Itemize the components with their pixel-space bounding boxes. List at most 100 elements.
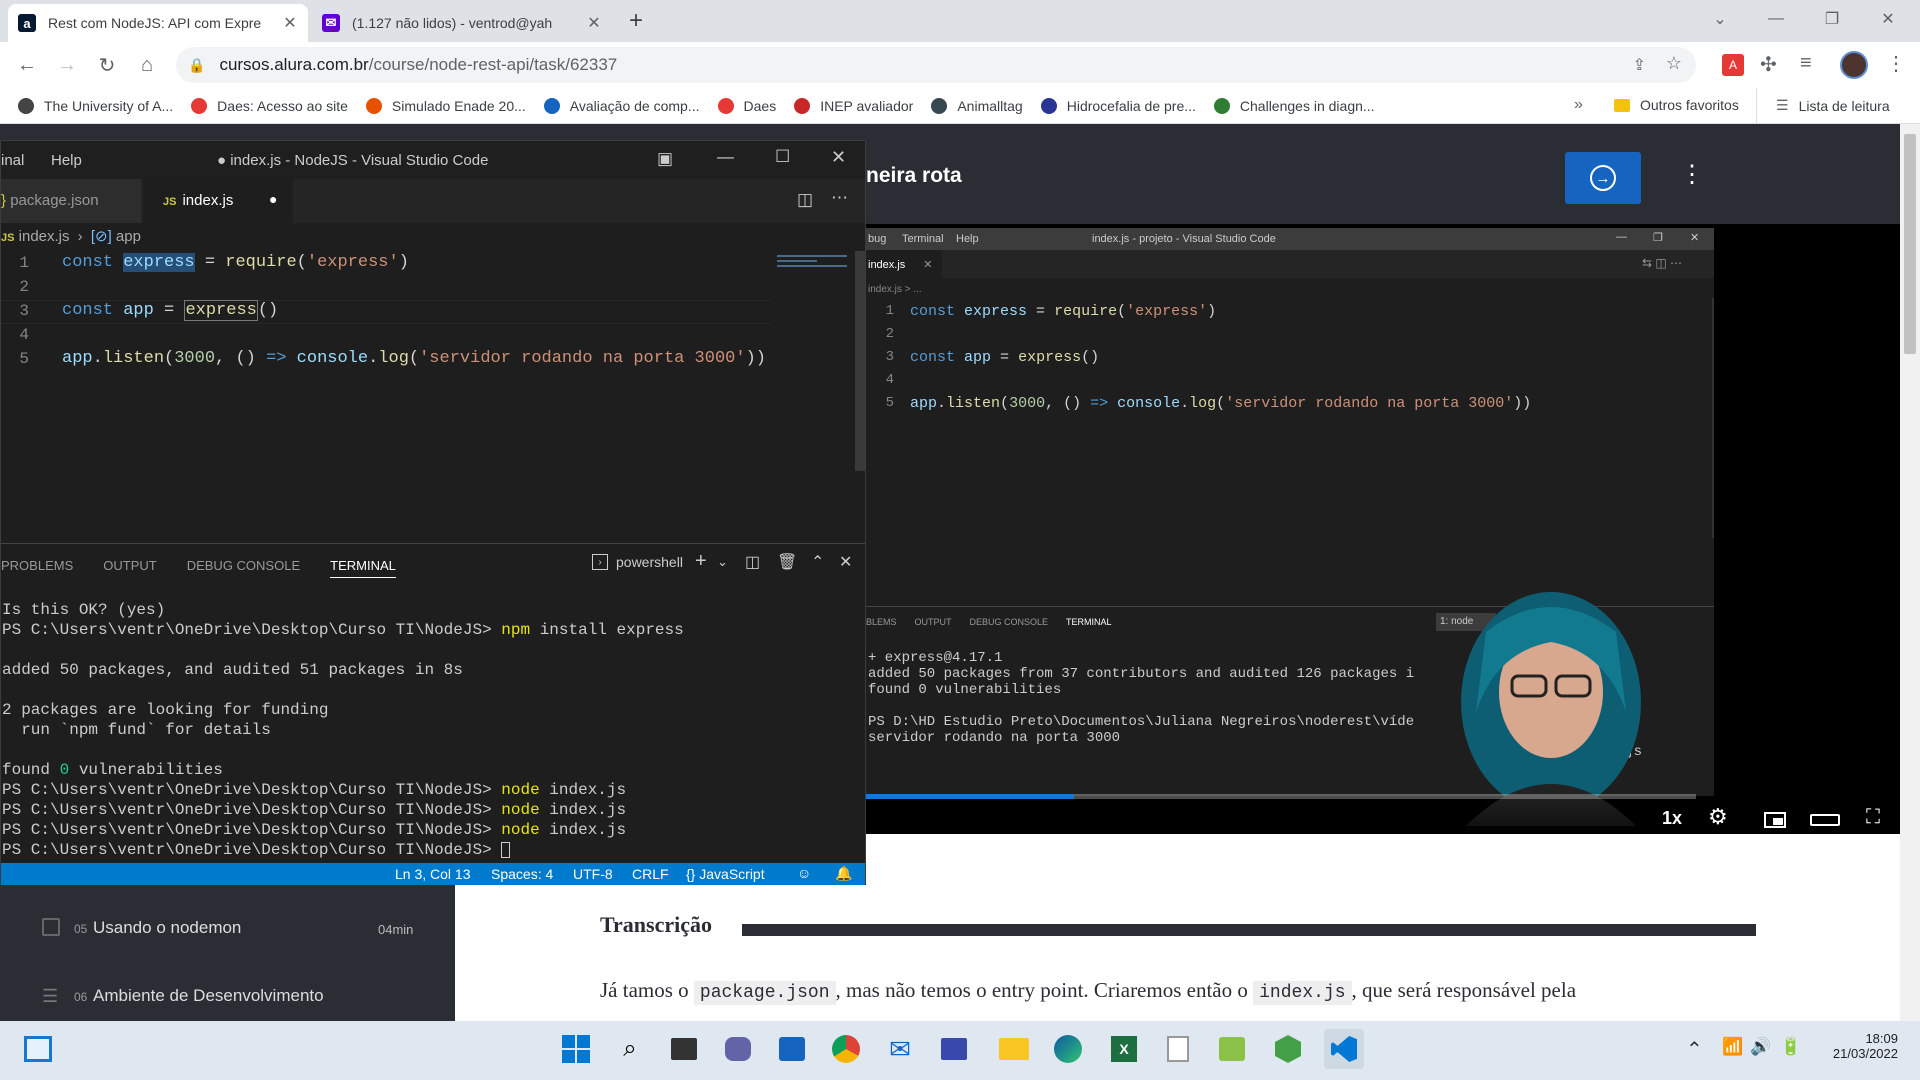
new-terminal-icon[interactable]: + <box>695 550 707 573</box>
terminal-shell-select[interactable]: › powershell <box>592 554 683 570</box>
tab-yahoo-mail[interactable]: ✉ (1.127 não lidos) - ventrod@yah ✕ <box>312 4 612 42</box>
extensions-puzzle-icon[interactable]: ✣ <box>1760 52 1777 77</box>
maximize-panel-icon[interactable]: ⌃ <box>811 552 824 572</box>
home-icon[interactable]: ⌂ <box>132 50 162 80</box>
media-control-icon[interactable]: ≡ <box>1800 52 1812 75</box>
minimize-icon[interactable]: — <box>717 147 734 167</box>
close-icon[interactable]: ✕ <box>831 147 846 168</box>
share-icon[interactable]: ⇪ <box>1633 55 1646 75</box>
menu-help[interactable]: Help <box>51 152 82 169</box>
taskbar-clock[interactable]: 18:09 21/03/2022 <box>1818 1031 1898 1061</box>
mail-icon[interactable]: ✉ <box>880 1029 920 1069</box>
microsoft-store-icon[interactable] <box>772 1029 812 1069</box>
bookmark-item[interactable]: INEP avaliador <box>794 97 913 114</box>
bookmark-item[interactable]: Challenges in diagn... <box>1213 97 1375 114</box>
battery-icon[interactable]: 🔋 <box>1780 1037 1801 1057</box>
windows-widgets-icon[interactable] <box>18 1029 58 1069</box>
lesson-menu-icon[interactable]: ⋮ <box>1680 160 1704 189</box>
profile-avatar[interactable] <box>1840 51 1868 79</box>
notification-bell-icon[interactable]: 🔔 <box>835 865 852 882</box>
next-lesson-button[interactable]: → <box>1565 152 1641 204</box>
tab-index-js[interactable]: JS index.js ● <box>143 179 293 223</box>
layout-icon[interactable]: ▣ <box>657 149 673 169</box>
status-indentation[interactable]: Spaces: 4 <box>491 866 553 882</box>
chrome-icon[interactable] <box>826 1029 866 1069</box>
status-encoding[interactable]: UTF-8 <box>573 866 613 882</box>
playback-speed-button[interactable]: 1x <box>1662 808 1682 829</box>
sidebar-item-usando-nodemon[interactable]: Usando o nodemon <box>93 918 241 938</box>
editor-scrollbar[interactable] <box>855 251 865 471</box>
trash-icon[interactable]: 🗑 <box>777 552 797 572</box>
forward-icon[interactable]: → <box>52 50 82 80</box>
edge-icon[interactable] <box>1048 1029 1088 1069</box>
video-progress-track[interactable] <box>866 794 1696 799</box>
minimize-window-button[interactable]: — <box>1748 0 1804 38</box>
tab-alura[interactable]: a Rest com NodeJS: API com Expre ✕ <box>8 4 308 42</box>
excel-icon[interactable]: X <box>1104 1029 1144 1069</box>
terminal-output[interactable]: Is this OK? (yes) PS C:\Users\ventr\OneDr… <box>2 600 684 860</box>
new-tab-button[interactable]: + <box>618 6 654 36</box>
address-bar[interactable]: 🔒 cursos.alura.com.br/course/node-rest-a… <box>176 47 1696 83</box>
restore-window-button[interactable]: ❐ <box>1804 0 1860 38</box>
bookmark-item[interactable]: Daes: Acesso ao site <box>191 97 348 114</box>
more-actions-icon[interactable]: ⋯ <box>831 188 848 208</box>
settings-gear-icon[interactable]: ⚙ <box>1708 804 1728 830</box>
other-favorites-folder[interactable]: Outros favoritos <box>1614 97 1739 113</box>
split-editor-icon[interactable]: ◫ <box>797 190 813 210</box>
task-view-icon[interactable] <box>664 1029 704 1069</box>
status-language[interactable]: {} JavaScript <box>686 866 765 882</box>
tab-search-icon[interactable]: ⌄ <box>1692 0 1748 38</box>
pdf-extension-icon[interactable]: A <box>1722 54 1744 76</box>
document-app-icon[interactable] <box>1158 1029 1198 1069</box>
show-hidden-icons-icon[interactable]: ⌃ <box>1686 1037 1703 1062</box>
file-explorer-icon[interactable] <box>994 1029 1034 1069</box>
feedback-icon[interactable]: ☺ <box>797 865 811 881</box>
bookmark-item[interactable]: Animalltag <box>931 97 1023 114</box>
theater-mode-icon[interactable] <box>1810 814 1840 826</box>
start-menu-icon[interactable] <box>556 1029 596 1069</box>
page-scrollbar[interactable] <box>1900 124 1920 1021</box>
teams-chat-icon[interactable] <box>718 1029 758 1069</box>
status-cursor-position[interactable]: Ln 3, Col 13 <box>395 866 471 882</box>
panel-tab[interactable]: OUTPUT <box>103 558 156 578</box>
bookmark-item[interactable]: Simulado Enade 20... <box>365 97 526 114</box>
paint-app-icon[interactable] <box>1212 1029 1252 1069</box>
bookmark-item[interactable]: Avaliação de comp... <box>543 97 700 114</box>
breadcrumb-symbol[interactable]: app <box>116 228 141 245</box>
chrome-menu-icon[interactable]: ⋮ <box>1886 51 1906 76</box>
menu-terminal[interactable]: inal <box>1 152 24 169</box>
reading-list-button[interactable]: ☰ Lista de leitura <box>1776 97 1890 114</box>
code-content[interactable]: const express = require('express') const… <box>62 251 766 371</box>
close-tab-icon[interactable]: ✕ <box>282 13 298 33</box>
close-window-button[interactable]: ✕ <box>1860 0 1916 38</box>
nodejs-icon[interactable] <box>1268 1029 1308 1069</box>
reload-icon[interactable]: ↻ <box>92 50 122 80</box>
page-scrollbar-thumb[interactable] <box>1904 134 1916 354</box>
video-player[interactable]: bug Terminal Help index.js - projeto - V… <box>866 224 1900 834</box>
maximize-icon[interactable]: ☐ <box>775 147 790 167</box>
breadcrumb-file[interactable]: index.js <box>19 228 70 245</box>
close-tab-icon[interactable]: ✕ <box>586 13 602 33</box>
bookmark-item[interactable]: The University of A... <box>18 97 173 114</box>
bookmark-item[interactable]: Hidrocefalia de pre... <box>1040 97 1196 114</box>
bookmarks-overflow-button[interactable]: » <box>1574 96 1583 114</box>
chevron-down-icon[interactable]: ⌄ <box>717 554 728 570</box>
close-panel-icon[interactable]: ✕ <box>839 552 852 572</box>
picture-in-picture-icon[interactable] <box>1764 812 1786 828</box>
sidebar-item-ambiente[interactable]: Ambiente de Desenvolvimento <box>93 986 324 1006</box>
panel-tab[interactable]: TERMINAL <box>330 558 396 578</box>
vscode-taskbar-icon[interactable] <box>1324 1029 1364 1069</box>
pc-manager-icon[interactable] <box>934 1029 974 1069</box>
minimap[interactable] <box>777 251 851 267</box>
bookmark-item[interactable]: Daes <box>717 97 776 114</box>
bookmark-star-icon[interactable]: ☆ <box>1666 53 1682 74</box>
panel-tab[interactable]: DEBUG CONSOLE <box>187 558 300 578</box>
status-eol[interactable]: CRLF <box>632 866 669 882</box>
split-terminal-icon[interactable]: ◫ <box>745 552 760 572</box>
volume-icon[interactable]: 🔊 <box>1750 1037 1771 1057</box>
unsaved-dot-icon[interactable]: ● <box>269 191 277 207</box>
back-icon[interactable]: ← <box>12 50 42 80</box>
fullscreen-icon[interactable]: ⛶ <box>1866 806 1880 829</box>
search-icon[interactable]: ⌕ <box>610 1029 650 1069</box>
panel-tab[interactable]: PROBLEMS <box>1 558 73 578</box>
